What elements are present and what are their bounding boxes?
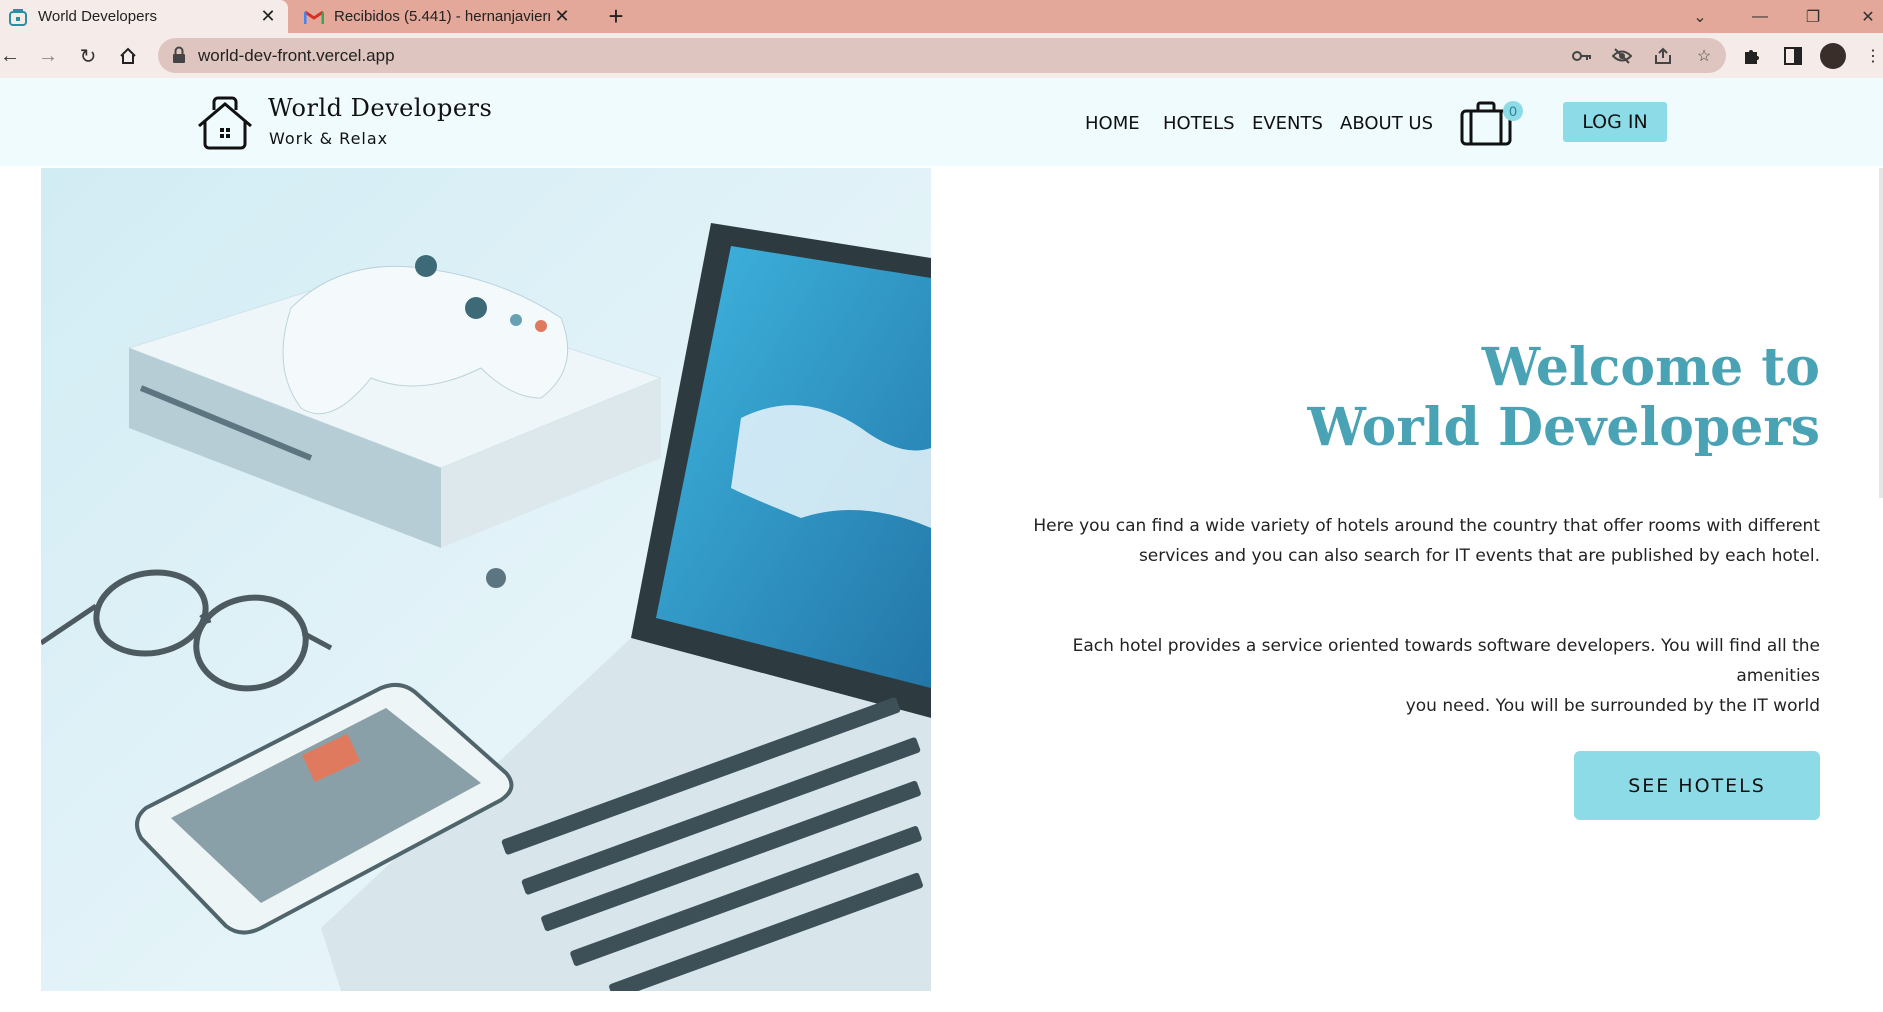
world-dev-favicon-icon <box>8 7 28 27</box>
home-icon[interactable] <box>112 40 144 72</box>
hero-image-desk-laptop-controller <box>41 168 931 991</box>
hero-paragraph-2: Each hotel provides a service oriented t… <box>1010 631 1820 721</box>
back-arrow-icon[interactable]: ← <box>0 40 26 72</box>
forward-arrow-icon[interactable]: → <box>32 40 64 72</box>
menu-kebab-icon[interactable]: ⋮ <box>1859 42 1883 70</box>
nav-home[interactable]: HOME <box>1085 113 1140 134</box>
url-text: world-dev-front.vercel.app <box>198 46 395 65</box>
tab-title: World Developers <box>38 8 157 25</box>
briefcase-house-logo-icon[interactable] <box>195 92 255 152</box>
browser-tab-bar: World Developers ✕ Recibidos (5.441) - h… <box>0 0 1883 33</box>
hero-title-line1: Welcome to <box>1481 337 1820 398</box>
window-close-icon[interactable]: ✕ <box>1845 0 1883 33</box>
tab-search-chevron-icon[interactable]: ⌄ <box>1677 0 1723 33</box>
hero-paragraph-2-line2: you need. You will be surrounded by the … <box>1405 696 1820 716</box>
extensions-puzzle-icon[interactable] <box>1738 42 1766 70</box>
avatar <box>1820 43 1846 69</box>
browser-toolbar: ← → ↻ world-dev-front.vercel.app ☆ ⋮ <box>0 33 1883 78</box>
site-header: World Developers Work & Relax HOME HOTEL… <box>0 78 1883 166</box>
nav-hotels[interactable]: HOTELS <box>1163 113 1235 134</box>
profile-avatar[interactable] <box>1819 42 1847 70</box>
brand-name[interactable]: World Developers <box>268 94 492 122</box>
address-bar[interactable]: world-dev-front.vercel.app ☆ <box>158 38 1726 73</box>
eye-off-icon[interactable] <box>1610 44 1634 68</box>
brand-tagline: Work & Relax <box>269 129 389 148</box>
reload-icon[interactable]: ↻ <box>72 40 104 72</box>
share-icon[interactable] <box>1651 44 1675 68</box>
scrollbar[interactable] <box>1879 168 1883 498</box>
login-button[interactable]: LOG IN <box>1563 102 1667 142</box>
hero-paragraph-1-line1: Here you can find a wide variety of hote… <box>1033 516 1820 536</box>
lock-icon <box>172 46 190 64</box>
see-hotels-button[interactable]: SEE HOTELS <box>1574 751 1820 820</box>
hero-paragraph-1-line2: services and you can also search for IT … <box>1138 546 1820 566</box>
minimize-icon[interactable]: — <box>1737 0 1783 33</box>
gmail-icon <box>304 7 324 27</box>
side-panel-icon[interactable] <box>1779 42 1807 70</box>
close-icon[interactable]: ✕ <box>550 5 574 29</box>
nav-about-us[interactable]: ABOUT US <box>1340 113 1433 134</box>
restore-icon[interactable]: ❐ <box>1790 0 1836 33</box>
hero-title: Welcome to World Developers <box>1240 338 1820 458</box>
key-icon[interactable] <box>1570 44 1594 68</box>
nav-events[interactable]: EVENTS <box>1252 113 1323 134</box>
cart-count-badge: 0 <box>1503 101 1523 121</box>
close-icon[interactable]: ✕ <box>256 5 280 29</box>
tab-gmail[interactable]: Recibidos (5.441) - hernanjavierri ✕ <box>292 0 582 33</box>
hero-title-line2: World Developers <box>1307 397 1820 458</box>
tab-title: Recibidos (5.441) - hernanjavierri <box>334 8 550 25</box>
hero-paragraph-2-line1: Each hotel provides a service oriented t… <box>1072 636 1820 686</box>
hero-paragraph-1: Here you can find a wide variety of hote… <box>1010 511 1820 571</box>
bookmark-star-icon[interactable]: ☆ <box>1692 44 1716 68</box>
tab-world-developers[interactable]: World Developers ✕ <box>0 0 288 33</box>
new-tab-button[interactable]: + <box>600 0 632 33</box>
